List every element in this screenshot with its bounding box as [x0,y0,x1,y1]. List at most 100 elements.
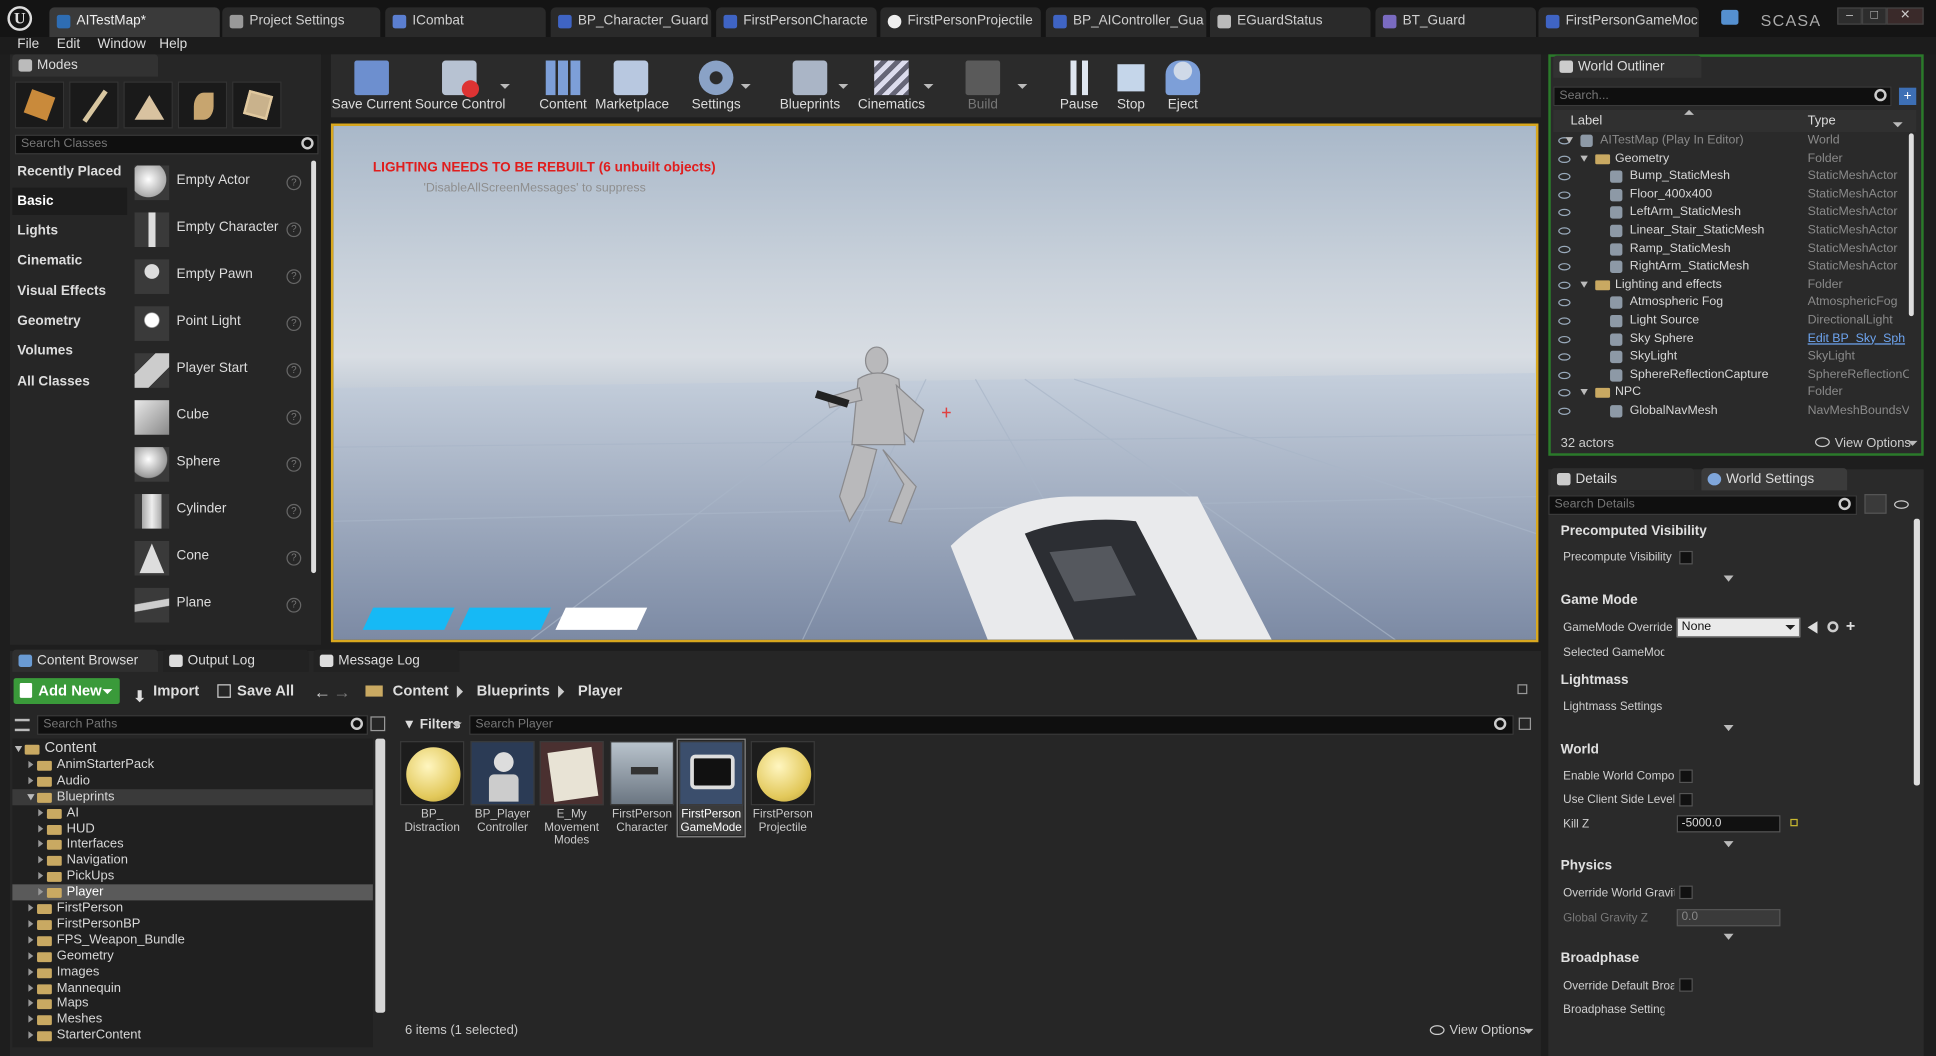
expand-arrow-icon[interactable] [28,776,34,785]
breadcrumb-arrow-icon[interactable] [456,685,464,698]
outliner-search-input[interactable]: Search... [1553,86,1892,107]
cb-view-options[interactable]: View Options [1450,1023,1526,1038]
search-paths-input[interactable]: Search Paths [37,715,368,735]
visibility-eye-icon[interactable] [1558,299,1571,307]
pause-button[interactable]: Pause [1049,54,1108,117]
expand-arrow-icon[interactable] [38,888,44,896]
place-item-point-light[interactable]: Point Light? [131,301,309,345]
expand-advanced-icon[interactable] [1723,841,1734,848]
expand-arrow-icon[interactable] [28,999,34,1008]
tab-project-settings[interactable]: Project Settings [222,7,381,38]
global-gravity-z-input[interactable]: 0.0 [1676,909,1781,927]
eject-button[interactable]: Eject [1156,54,1210,117]
property-matrix-button[interactable] [1864,494,1887,514]
asset-firstpersoncharacter[interactable]: FirstPerson Character [609,741,675,835]
sources-toggle-icon[interactable] [14,718,30,732]
visibility-eye-icon[interactable] [1558,371,1571,379]
outliner-row[interactable]: Lighting and effects Folder [1553,276,1906,294]
folder-tree-item[interactable]: Blueprints [12,788,373,805]
tab-bt-guard[interactable]: BT_Guard [1375,7,1536,38]
help-icon[interactable]: ? [286,597,302,613]
prop-selected-gamemode[interactable]: Selected GameMode [1553,646,1664,660]
col-type[interactable]: Type [1808,114,1836,129]
outliner-row[interactable]: AITestMap (Play In Editor) World [1553,132,1906,150]
collapse-arrow-icon[interactable] [14,746,23,753]
help-icon[interactable]: ? [286,456,302,472]
use-client-side-checkbox[interactable] [1679,792,1693,807]
collapse-arrow-icon[interactable] [1565,137,1574,144]
search-classes-input[interactable]: Search Classes [14,134,319,155]
folder-tree-item[interactable]: AnimStarterPack [12,757,373,773]
expand-arrow-icon[interactable] [38,856,44,864]
section-broadphase[interactable]: Broadphase [1551,947,1921,969]
outliner-row[interactable]: Linear_Stair_StaticMesh StaticMeshActor [1553,222,1906,240]
folder-tree-item[interactable]: Navigation [12,853,373,869]
expand-arrow-icon[interactable] [28,1031,34,1039]
chevron-down-icon[interactable] [1017,83,1028,89]
tab-output-log[interactable]: Output Log [162,649,309,672]
source-control-button[interactable]: Source Control [415,54,505,117]
help-icon[interactable]: ? [286,316,302,332]
visibility-eye-icon[interactable] [1558,263,1571,271]
outliner-row-type[interactable]: Edit BP_Sky_Sph [1808,331,1909,349]
tab-modes[interactable]: Modes [12,54,159,77]
folder-tree-item[interactable]: Meshes [12,1012,373,1028]
visibility-eye-icon[interactable] [1558,353,1571,361]
cinematics-button[interactable]: Cinematics [854,54,928,117]
expand-arrow-icon[interactable] [28,904,34,912]
asset-firstpersonprojectile[interactable]: FirstPerson Projectile [750,741,815,835]
asset-bp-distraction[interactable]: BP_ Distraction [400,741,465,835]
place-item-cube[interactable]: Cube? [131,395,309,439]
outliner-row[interactable]: SkyLight SkyLight [1553,349,1906,367]
override-broadphase-checkbox[interactable] [1679,978,1693,992]
tab-firstpersonprojectile[interactable]: FirstPersonProjectile [880,7,1041,38]
menu-window[interactable]: Window [98,37,146,52]
back-arrow-icon[interactable]: ← [314,682,331,702]
tab-icombat[interactable]: ICombat [385,7,546,38]
tab-firstpersoncharacter[interactable]: FirstPersonCharacte [716,7,877,38]
visibility-eye-icon[interactable] [1558,209,1571,217]
asset-e-mymovementmodes[interactable]: E_My Movement Modes [539,741,604,848]
help-icon[interactable]: ? [286,550,302,566]
help-icon[interactable]: ? [286,269,302,285]
place-item-plane[interactable]: Plane? [131,583,309,627]
outliner-row[interactable]: Atmospheric Fog AtmosphericFog [1553,294,1906,312]
outliner-row[interactable]: Bump_StaticMesh StaticMeshActor [1553,168,1906,186]
expand-arrow-icon[interactable] [38,872,44,880]
place-item-player-start[interactable]: Player Start? [131,348,309,392]
folder-tree-item[interactable]: AI [12,805,373,821]
expand-arrow-icon[interactable] [28,1015,34,1024]
collapse-arrow-icon[interactable] [27,793,35,800]
visibility-eye-icon[interactable] [1558,281,1571,289]
eye-icon[interactable] [1894,500,1909,509]
expand-arrow-icon[interactable] [28,920,34,928]
build-button[interactable]: Build [951,54,1015,117]
browse-search-icon[interactable] [1827,621,1839,633]
path-view-options-icon[interactable] [370,716,386,732]
help-icon[interactable]: ? [286,363,302,378]
chevron-down-icon[interactable] [740,83,751,89]
landscape-mode-button[interactable] [123,81,173,129]
add-new-button[interactable]: Add New [13,678,120,705]
folder-tree-item[interactable]: HUD [12,821,373,837]
visibility-eye-icon[interactable] [1558,407,1571,415]
chevron-down-icon[interactable] [1907,440,1918,446]
source-control-status-icon[interactable] [1721,9,1739,25]
maximize-button[interactable]: □ [1861,7,1887,25]
save-search-icon[interactable] [1518,717,1532,730]
outliner-row[interactable]: SphereReflectionCapture SphereReflectionC [1553,367,1909,385]
enable-world-composition-checkbox[interactable] [1679,769,1693,784]
content-button[interactable]: Content [531,54,595,117]
level-viewport[interactable]: LIGHTING NEEDS TO BE REBUILT (6 unbuilt … [330,123,1539,643]
category-cinematic[interactable]: Cinematic [12,247,127,274]
expand-arrow-icon[interactable] [28,983,34,992]
place-item-empty-character[interactable]: Empty Character? [131,207,309,251]
folder-tree-item[interactable]: FirstPerson [12,900,373,916]
outliner-row[interactable]: Ramp_StaticMesh StaticMeshActor [1553,240,1906,258]
folder-tree-item[interactable]: Interfaces [12,837,373,853]
breadcrumb-player[interactable]: Player [578,677,622,704]
search-assets-input[interactable]: Search Player [469,715,1514,735]
category-basic[interactable]: Basic [12,187,128,215]
section-physics[interactable]: Physics [1551,855,1921,877]
tab-firstpersongamemode[interactable]: FirstPersonGameMoc [1538,7,1699,38]
